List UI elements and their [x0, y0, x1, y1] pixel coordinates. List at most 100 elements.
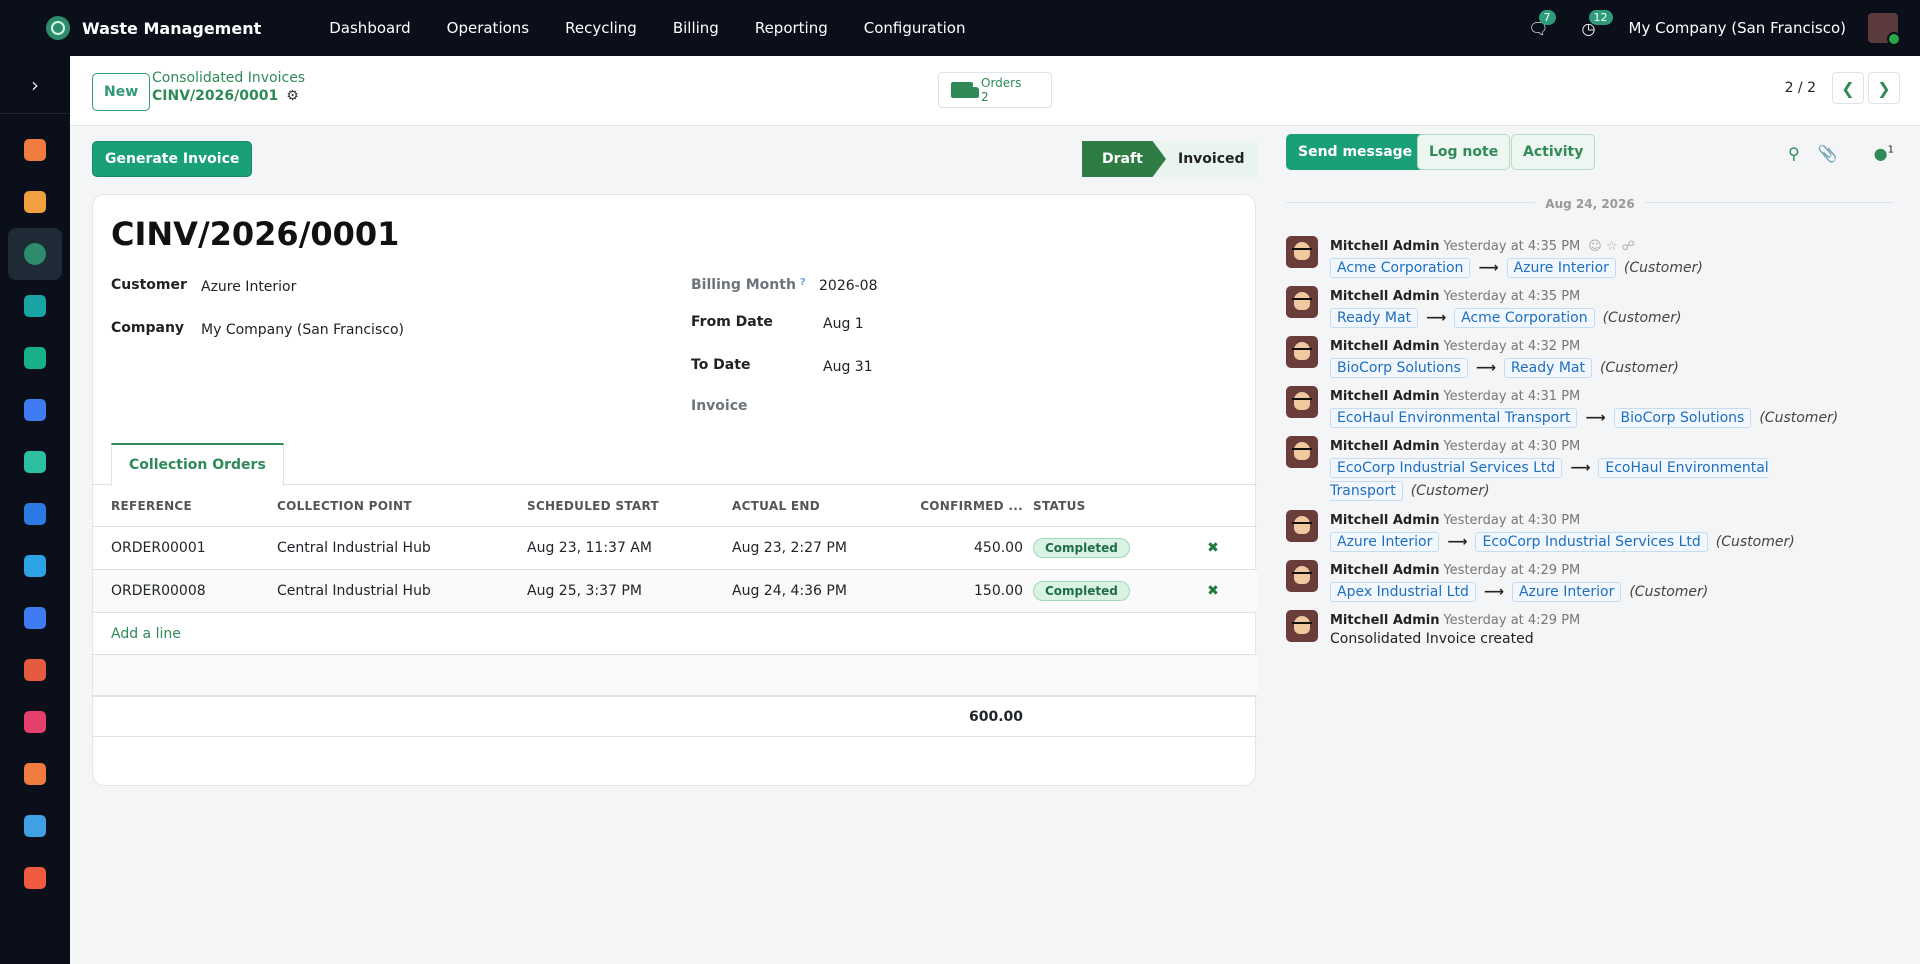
menu-configuration[interactable]: Configuration — [864, 19, 966, 37]
activities-button[interactable]: ◷ 12 — [1579, 10, 1613, 38]
col-scheduled-start[interactable]: SCHEDULED START — [527, 499, 732, 513]
author-avatar[interactable] — [1286, 286, 1318, 318]
link-icon[interactable]: ☍ — [1622, 239, 1639, 254]
sidebar-toggle-button[interactable]: › — [0, 56, 70, 114]
cell-status: Completed — [1033, 581, 1183, 601]
date-separator-label: Aug 24, 2026 — [1535, 197, 1645, 211]
sidebar-app[interactable] — [0, 436, 70, 488]
tab-collection-orders[interactable]: Collection Orders — [111, 443, 284, 486]
cell-collection-point: Central Industrial Hub — [277, 583, 431, 599]
sidebar-app[interactable] — [0, 696, 70, 748]
cell-collection-point: Central Industrial Hub — [277, 540, 431, 556]
menu-reporting[interactable]: Reporting — [755, 19, 828, 37]
arrow-right-icon: ⟶ — [1483, 584, 1504, 600]
menu-billing[interactable]: Billing — [673, 19, 719, 37]
sidebar-app[interactable] — [0, 852, 70, 904]
message-author[interactable]: Mitchell Admin — [1330, 389, 1439, 404]
arrow-right-icon: ⟶ — [1475, 360, 1496, 376]
app-brand[interactable]: Waste Management — [46, 16, 261, 40]
sidebar-app[interactable] — [0, 644, 70, 696]
arrow-right-icon: ⟶ — [1570, 460, 1591, 476]
remove-line-icon[interactable]: ✖ — [1183, 540, 1243, 556]
user-avatar[interactable] — [1868, 13, 1901, 46]
message-time: Yesterday at 4:29 PM — [1443, 563, 1581, 578]
message-author[interactable]: Mitchell Admin — [1330, 239, 1439, 254]
message-author[interactable]: Mitchell Admin — [1330, 289, 1439, 304]
message-author[interactable]: Mitchell Admin — [1330, 613, 1439, 628]
from-date-field[interactable]: Aug 1 — [823, 316, 864, 332]
menu-recycling[interactable]: Recycling — [565, 19, 637, 37]
company-label: Company — [111, 320, 185, 336]
paperclip-icon[interactable]: 📎 — [1818, 144, 1838, 163]
col-confirmed[interactable]: CONFIRMED ... — [908, 499, 1033, 513]
emoji-icon[interactable]: ☺ — [1588, 239, 1606, 254]
help-tooltip-icon[interactable]: ? — [800, 277, 806, 288]
sidebar-app[interactable] — [0, 592, 70, 644]
customer-field[interactable]: Azure Interior — [201, 279, 296, 295]
sidebar-app[interactable] — [0, 488, 70, 540]
remove-line-icon[interactable]: ✖ — [1183, 583, 1243, 599]
message-author[interactable]: Mitchell Admin — [1330, 439, 1439, 454]
col-status[interactable]: STATUS — [1033, 499, 1183, 513]
chatter-message: Mitchell Admin Yesterday at 4:32 PM BioCor… — [1286, 336, 1896, 380]
generate-invoice-button[interactable]: Generate Invoice — [92, 141, 253, 177]
sidebar-app[interactable] — [0, 124, 70, 176]
company-switcher[interactable]: My Company (San Francisco) — [1629, 19, 1846, 37]
send-message-button[interactable]: Send message — [1286, 134, 1425, 170]
pager-value[interactable]: 2 / 2 — [1785, 80, 1816, 96]
log-note-button[interactable]: Log note — [1417, 134, 1511, 170]
gear-icon[interactable]: ⚙ — [286, 88, 299, 104]
sidebar-app[interactable] — [0, 748, 70, 800]
author-avatar[interactable] — [1286, 610, 1318, 642]
author-avatar[interactable] — [1286, 336, 1318, 368]
sidebar-app[interactable] — [0, 540, 70, 592]
message-body: Mitchell Admin Yesterday at 4:30 PM EcoCor… — [1330, 436, 1896, 503]
breadcrumb-current: CINV/2026/0001 ⚙ — [152, 88, 305, 104]
search-icon[interactable]: ⚲ — [1788, 144, 1800, 163]
breadcrumb-parent-link[interactable]: Consolidated Invoices — [152, 70, 305, 86]
author-avatar[interactable] — [1286, 510, 1318, 542]
activity-button[interactable]: Activity — [1511, 134, 1596, 170]
sidebar-app[interactable] — [0, 176, 70, 228]
tracking-value: EcoCorp Industrial Services Ltd ⟶ EcoHaul … — [1330, 457, 1896, 503]
arrow-right-icon: ⟶ — [1447, 534, 1468, 550]
menu-operations[interactable]: Operations — [447, 19, 529, 37]
author-avatar[interactable] — [1286, 436, 1318, 468]
message-time: Yesterday at 4:31 PM — [1443, 389, 1581, 404]
collection-orders-table: REFERENCE COLLECTION POINT SCHEDULED STA… — [93, 485, 1257, 737]
status-draft[interactable]: Draft — [1082, 141, 1166, 177]
arrow-right-icon: ⟶ — [1585, 410, 1606, 426]
sidebar-app[interactable] — [0, 280, 70, 332]
sidebar-app[interactable] — [0, 384, 70, 436]
messages-button[interactable]: 🗨 7 — [1528, 10, 1556, 38]
col-collection-point[interactable]: COLLECTION POINT — [277, 499, 527, 513]
company-field[interactable]: My Company (San Francisco) — [201, 322, 404, 338]
menu-dashboard[interactable]: Dashboard — [329, 19, 410, 37]
billing-month-field[interactable]: 2026-08 — [819, 278, 878, 294]
table-row[interactable]: ORDER00001 Central Industrial Hub Aug 23… — [93, 527, 1257, 570]
followers-button[interactable]: ●1 — [1856, 144, 1894, 163]
to-date-field[interactable]: Aug 31 — [823, 359, 873, 375]
sidebar-app[interactable] — [8, 228, 62, 280]
author-avatar[interactable] — [1286, 236, 1318, 268]
cell-actual-end: Aug 24, 4:36 PM — [732, 583, 847, 599]
message-author[interactable]: Mitchell Admin — [1330, 513, 1439, 528]
sidebar-app[interactable] — [0, 332, 70, 384]
table-row[interactable]: ORDER00008 Central Industrial Hub Aug 25… — [93, 570, 1257, 613]
pager-next-button[interactable]: ❯ — [1868, 72, 1900, 104]
add-line-link[interactable]: Add a line — [93, 613, 1257, 655]
author-avatar[interactable] — [1286, 386, 1318, 418]
sidebar-app[interactable] — [0, 800, 70, 852]
status-invoiced[interactable]: Invoiced — [1154, 141, 1258, 177]
new-button[interactable]: New — [92, 73, 151, 111]
message-body: Mitchell Admin Yesterday at 4:30 PM Azure … — [1330, 510, 1896, 554]
star-icon[interactable]: ☆ — [1606, 239, 1622, 254]
navbar-systray: 🗨 7 ◷ 12 My Company (San Francisco) — [1528, 0, 1901, 56]
orders-smart-button[interactable]: Orders 2 — [938, 72, 1052, 108]
pager-previous-button[interactable]: ❮ — [1832, 72, 1864, 104]
message-author[interactable]: Mitchell Admin — [1330, 339, 1439, 354]
col-reference[interactable]: REFERENCE — [93, 499, 277, 513]
author-avatar[interactable] — [1286, 560, 1318, 592]
message-author[interactable]: Mitchell Admin — [1330, 563, 1439, 578]
col-actual-end[interactable]: ACTUAL END — [732, 499, 908, 513]
